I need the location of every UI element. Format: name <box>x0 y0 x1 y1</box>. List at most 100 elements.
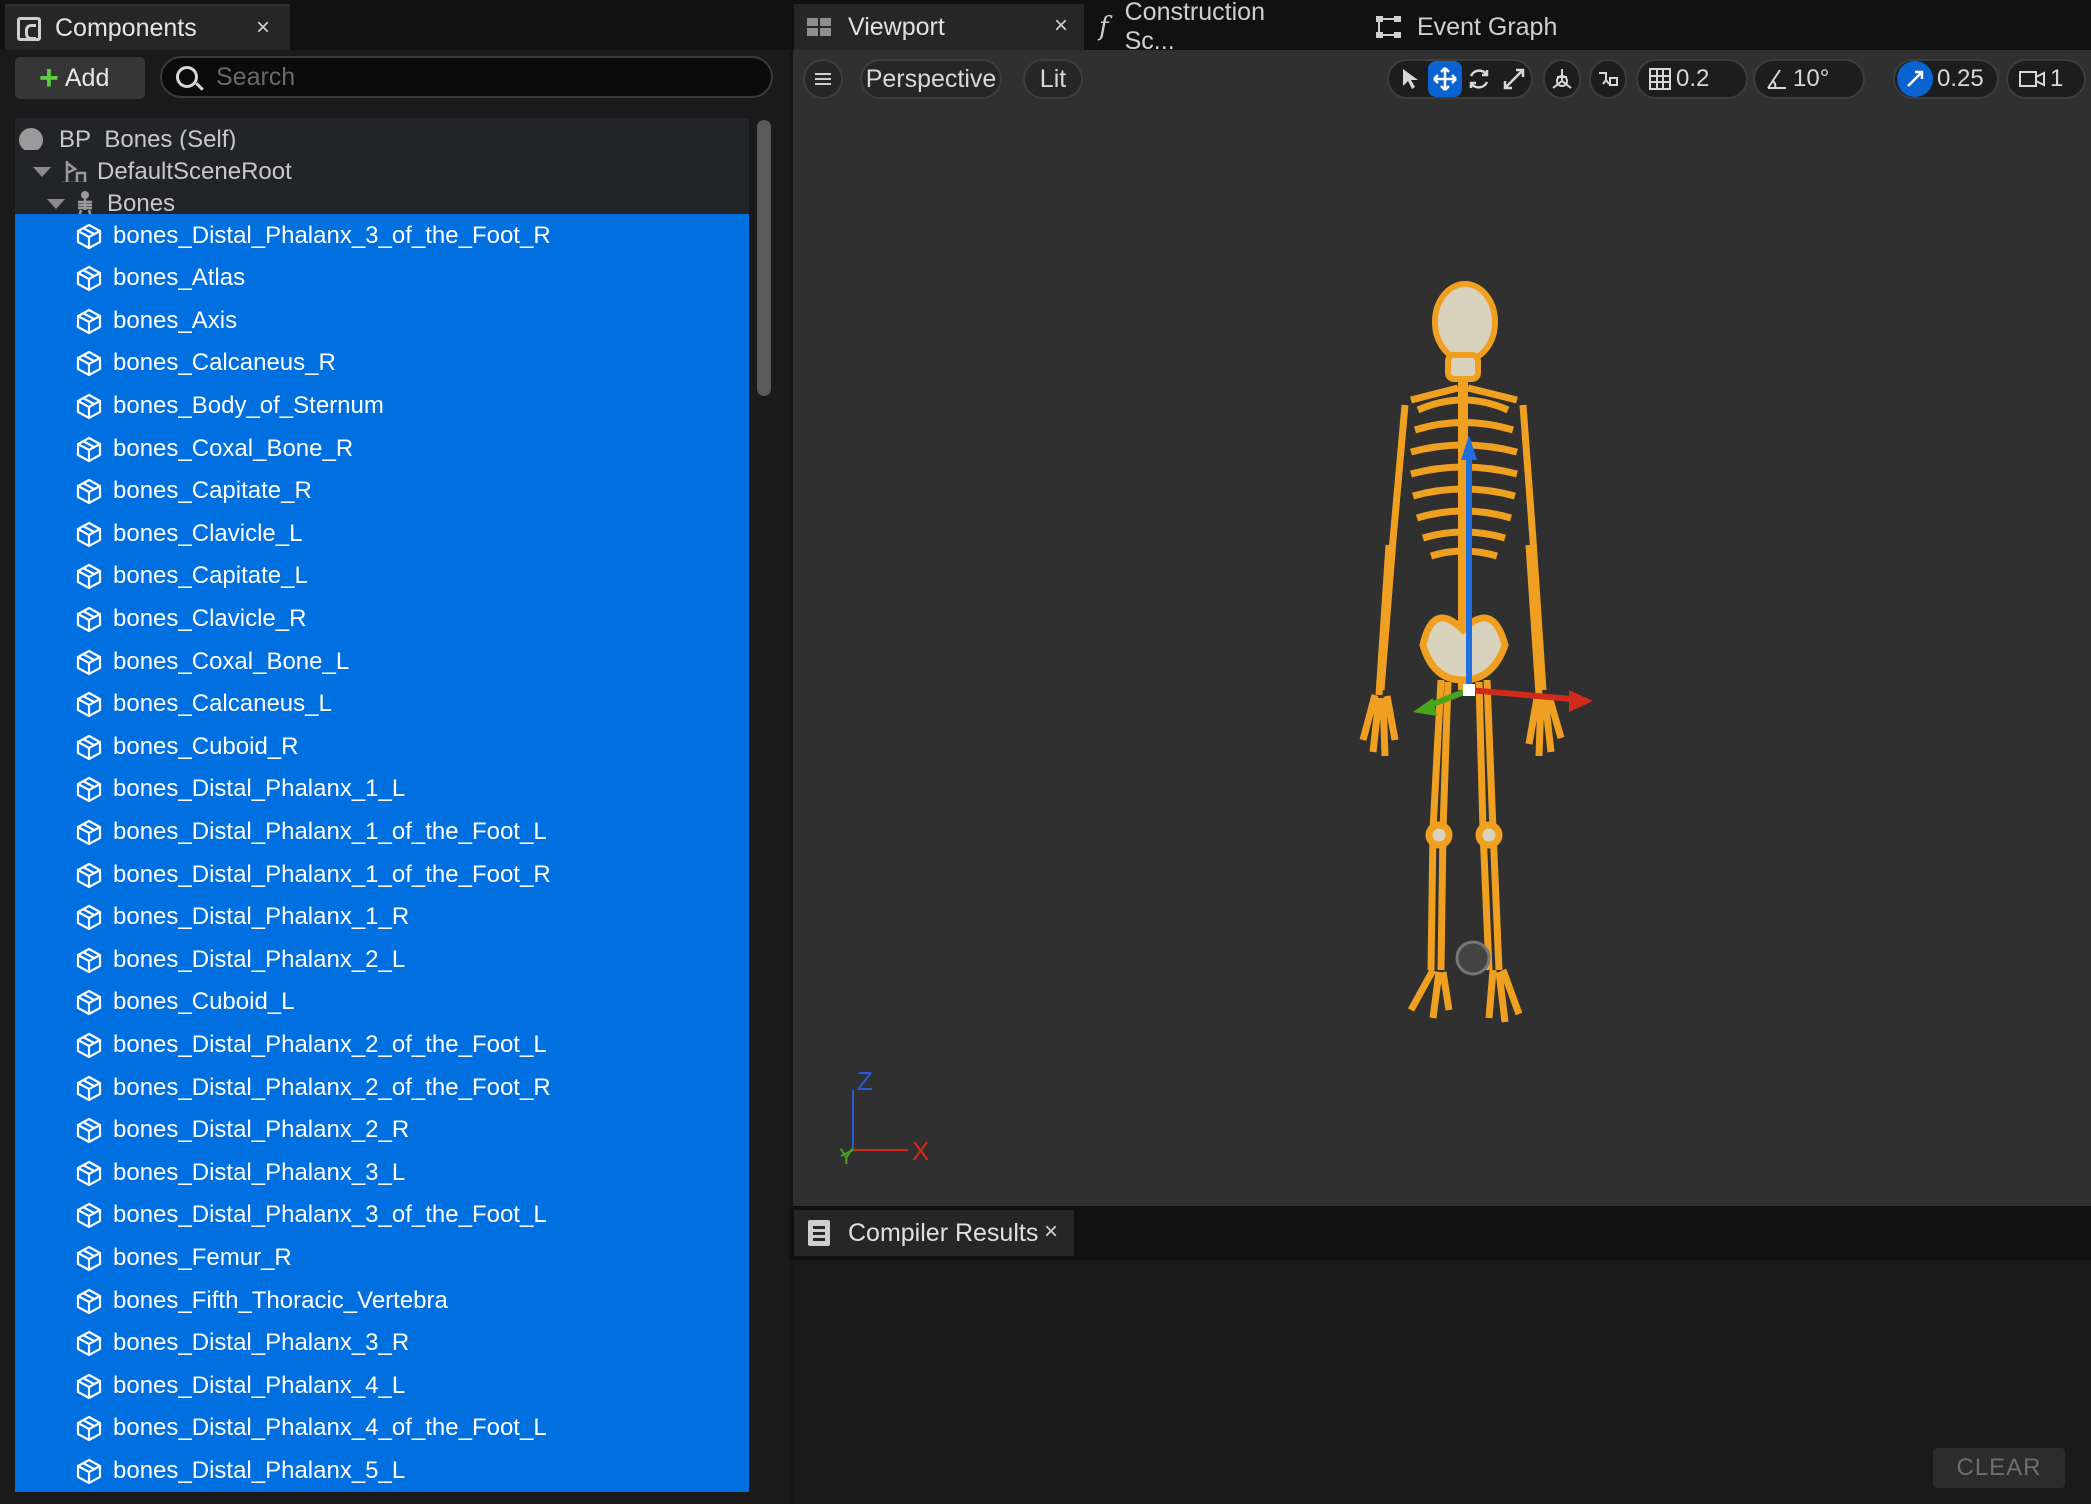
tree-item-label: bones_Capitate_R <box>113 477 312 505</box>
static-mesh-icon <box>76 265 102 292</box>
close-icon[interactable]: × <box>1044 1218 1058 1246</box>
static-mesh-icon <box>76 521 102 547</box>
tree-item-bone-component[interactable]: bones_Coxal_Bone_L <box>15 640 749 683</box>
tree-item-bone-component[interactable]: bones_Distal_Phalanx_2_of_the_Foot_L <box>15 1023 749 1067</box>
expand-arrow-icon[interactable] <box>33 166 51 177</box>
tree-item-bone-component[interactable]: bones_Distal_Phalanx_1_of_the_Foot_R <box>15 853 749 896</box>
tree-item-bone-component[interactable]: bones_Calcaneus_L <box>15 682 749 726</box>
components-tab[interactable]: Components × <box>5 4 290 50</box>
scale-snap-icon <box>1907 70 1924 87</box>
camera-speed-group[interactable]: 1 <box>2006 59 2086 99</box>
tree-item-bone-component[interactable]: bones_Distal_Phalanx_3_of_the_Foot_R <box>15 214 749 257</box>
close-icon[interactable]: × <box>256 14 270 42</box>
search-input[interactable] <box>216 62 716 92</box>
components-tab-bar: Components × <box>0 0 789 50</box>
hamburger-icon <box>815 73 831 85</box>
tree-item-label: bones_Fifth_Thoracic_Vertebra <box>113 1286 448 1314</box>
move-icon <box>1432 67 1457 91</box>
static-mesh-icon <box>76 1160 102 1186</box>
grid-snap-value[interactable]: 0.2 <box>1672 65 1717 93</box>
scale-snap-toggle[interactable] <box>1897 61 1933 97</box>
surface-snap-button[interactable] <box>1589 59 1627 99</box>
static-mesh-icon <box>76 308 102 334</box>
tree-item-bone-component[interactable]: bones_Distal_Phalanx_1_R <box>15 895 749 939</box>
tree-item-bone-component[interactable]: bones_Clavicle_R <box>15 597 749 641</box>
tree-item-bone-component[interactable]: bones_Distal_Phalanx_2_of_the_Foot_R <box>15 1066 749 1109</box>
tree-item-bone-component[interactable]: bones_Distal_Phalanx_4_of_the_Foot_L <box>15 1406 749 1450</box>
rotate-tool[interactable] <box>1462 61 1497 97</box>
static-mesh-icon <box>76 1075 102 1101</box>
rotate-icon <box>1470 69 1489 89</box>
actor-icon <box>19 127 48 156</box>
function-icon: f <box>1099 12 1109 42</box>
viewport-menu-button[interactable] <box>803 59 843 99</box>
rotation-snap-value[interactable]: 10° <box>1789 65 1837 93</box>
tab-construction-script[interactable]: f Construction Sc... <box>1087 0 1297 55</box>
skeleton-mesh[interactable] <box>1293 270 1613 1050</box>
coordinate-system-button[interactable] <box>1543 59 1581 99</box>
tree-item-bone-component[interactable]: bones_Distal_Phalanx_1_of_the_Foot_L <box>15 810 749 854</box>
perspective-button[interactable]: Perspective <box>860 59 1002 99</box>
tab-viewport[interactable]: Viewport × <box>794 4 1084 50</box>
static-mesh-icon <box>76 734 102 760</box>
viewport-icon <box>807 18 831 36</box>
tree-item-bone-component[interactable]: bones_Cuboid_R <box>15 725 749 769</box>
event-graph-icon <box>1376 16 1401 38</box>
static-mesh-icon <box>76 1203 102 1229</box>
camera-icon <box>2019 71 2045 87</box>
tree-item-bone-component[interactable]: bones_Distal_Phalanx_2_R <box>15 1108 749 1152</box>
tree-item-label: bones_Distal_Phalanx_1_of_the_Foot_L <box>113 817 547 845</box>
tree-item-bone-component[interactable]: bones_Capitate_R <box>15 469 749 513</box>
grid-icon <box>1649 68 1671 90</box>
tree-item-bone-component[interactable]: bones_Distal_Phalanx_3_R <box>15 1321 749 1365</box>
select-tool[interactable] <box>1393 61 1428 97</box>
tree-item-label: bones_Coxal_Bone_L <box>113 647 350 675</box>
cursor-icon <box>1403 69 1419 89</box>
tree-item-bone-component[interactable]: bones_Cuboid_L <box>15 980 749 1024</box>
tree-item-bone-component[interactable]: bones_Distal_Phalanx_4_L <box>15 1364 749 1408</box>
add-component-button[interactable]: + Add <box>15 57 145 99</box>
tree-item-bone-component[interactable]: bones_Fifth_Thoracic_Vertebra <box>15 1279 749 1322</box>
tree-item-bone-component[interactable]: bones_Clavicle_L <box>15 512 749 556</box>
scale-snap-group[interactable]: 0.25 <box>1893 59 1999 99</box>
tree-item-bone-component[interactable]: bones_Femur_R <box>15 1236 749 1280</box>
tree-item-bone-component[interactable]: bones_Body_of_Sternum <box>15 384 749 428</box>
tree-item-label: bones_Distal_Phalanx_2_R <box>113 1116 410 1144</box>
tree-item-bone-component[interactable]: bones_Calcaneus_R <box>15 341 749 385</box>
tab-compiler-results[interactable]: Compiler Results × <box>794 1210 1074 1256</box>
static-mesh-icon <box>76 691 102 718</box>
tree-item-bone-component[interactable]: bones_Distal_Phalanx_3_L <box>15 1151 749 1195</box>
tree-item-bone-component[interactable]: bones_Coxal_Bone_R <box>15 427 749 470</box>
scale-tool[interactable] <box>1497 61 1532 97</box>
tab-event-graph[interactable]: Event Graph <box>1363 4 1583 50</box>
tree-item-label: bones_Distal_Phalanx_5_L <box>113 1456 406 1484</box>
editor-tab-bar: Viewport × f Construction Sc... Event Gr… <box>789 0 2091 55</box>
grid-snap-group[interactable]: 0.2 <box>1636 59 1748 99</box>
translate-tool[interactable] <box>1427 61 1462 97</box>
tree-scrollbar[interactable] <box>757 120 771 396</box>
viewport[interactable]: Perspective Lit 0.2 10° 0.25 1 Z X Y <box>793 50 2091 1206</box>
search-box[interactable] <box>160 56 773 98</box>
tree-item-bone-component[interactable]: bones_Capitate_L <box>15 554 749 598</box>
tree-item-bone-component[interactable]: bones_Distal_Phalanx_5_L <box>15 1449 749 1493</box>
expand-arrow-icon[interactable] <box>47 198 65 209</box>
tree-item-bone-component[interactable]: bones_Distal_Phalanx_1_L <box>15 767 749 811</box>
lit-button[interactable]: Lit <box>1023 59 1083 99</box>
clear-button[interactable]: CLEAR <box>1933 1448 2065 1488</box>
static-mesh-icon <box>76 1245 102 1272</box>
tree-item-bone-component[interactable]: bones_Distal_Phalanx_3_of_the_Foot_L <box>15 1193 749 1237</box>
scale-snap-value[interactable]: 0.25 <box>1933 65 1992 93</box>
static-mesh-icon <box>76 904 102 931</box>
static-mesh-icon <box>76 1458 102 1485</box>
tree-item-bone-component[interactable]: bones_Distal_Phalanx_2_L <box>15 938 749 982</box>
camera-speed-value[interactable]: 1 <box>2046 65 2071 93</box>
static-mesh-icon <box>76 1032 102 1059</box>
components-toolbar: + Add <box>0 50 789 116</box>
tree-item-bone-component[interactable]: bones_Atlas <box>15 256 749 300</box>
components-tree: BP_Bones (Self) DefaultSceneRoot Bones b… <box>15 118 749 1504</box>
tree-item-bone-component[interactable]: bones_Axis <box>15 299 749 343</box>
static-mesh-icon <box>76 564 102 590</box>
static-mesh-icon <box>76 1416 102 1442</box>
rotation-snap-group[interactable]: 10° <box>1753 59 1865 99</box>
close-icon[interactable]: × <box>1054 12 1068 40</box>
